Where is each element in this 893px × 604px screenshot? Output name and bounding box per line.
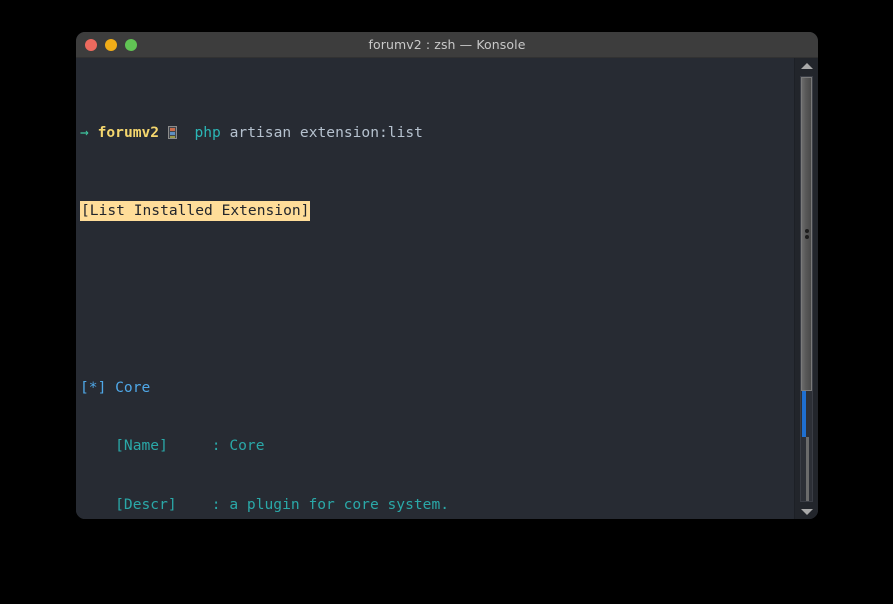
scrollbar-lower-rail (806, 437, 809, 501)
prompt-directory: forumv2 (97, 123, 160, 141)
window-title: forumv2 : zsh — Konsole (368, 37, 526, 52)
terminal-body[interactable]: → forumv2 php artisan extension:list [Li… (76, 58, 818, 519)
scrollbar-thumb[interactable] (801, 77, 812, 391)
scrollbar-track[interactable] (800, 76, 813, 502)
maximize-button[interactable] (125, 38, 137, 51)
title-bar[interactable]: forumv2 : zsh — Konsole (76, 32, 818, 58)
scroll-up-arrow-icon[interactable] (795, 58, 818, 74)
terminal-window: forumv2 : zsh — Konsole → forumv2 php ar… (76, 32, 818, 519)
extension-field-descr: [Descr] : a plugin for core system. (80, 496, 450, 514)
minimize-button[interactable] (105, 38, 117, 51)
banner-text: [List Installed Extension] (80, 201, 311, 221)
extension-header: [*] Core (80, 378, 151, 396)
prompt-arrow-icon: → (80, 123, 89, 141)
banner-line: [List Installed Extension] (80, 201, 795, 221)
close-button[interactable] (85, 38, 97, 51)
window-controls (85, 32, 137, 57)
command-arguments: artisan extension:list (229, 123, 423, 141)
vertical-scrollbar[interactable] (794, 58, 818, 519)
scrollbar-highlight (802, 390, 806, 438)
prompt-line: → forumv2 php artisan extension:list (80, 123, 795, 143)
command-binary: php (194, 123, 221, 141)
missing-glyph-box-icon (167, 125, 177, 139)
extension-field-name: [Name] : Core (80, 437, 265, 455)
scroll-down-arrow-icon[interactable] (795, 504, 818, 519)
scrollbar-grip-icon (804, 227, 809, 241)
terminal-output[interactable]: → forumv2 php artisan extension:list [Li… (76, 58, 795, 519)
